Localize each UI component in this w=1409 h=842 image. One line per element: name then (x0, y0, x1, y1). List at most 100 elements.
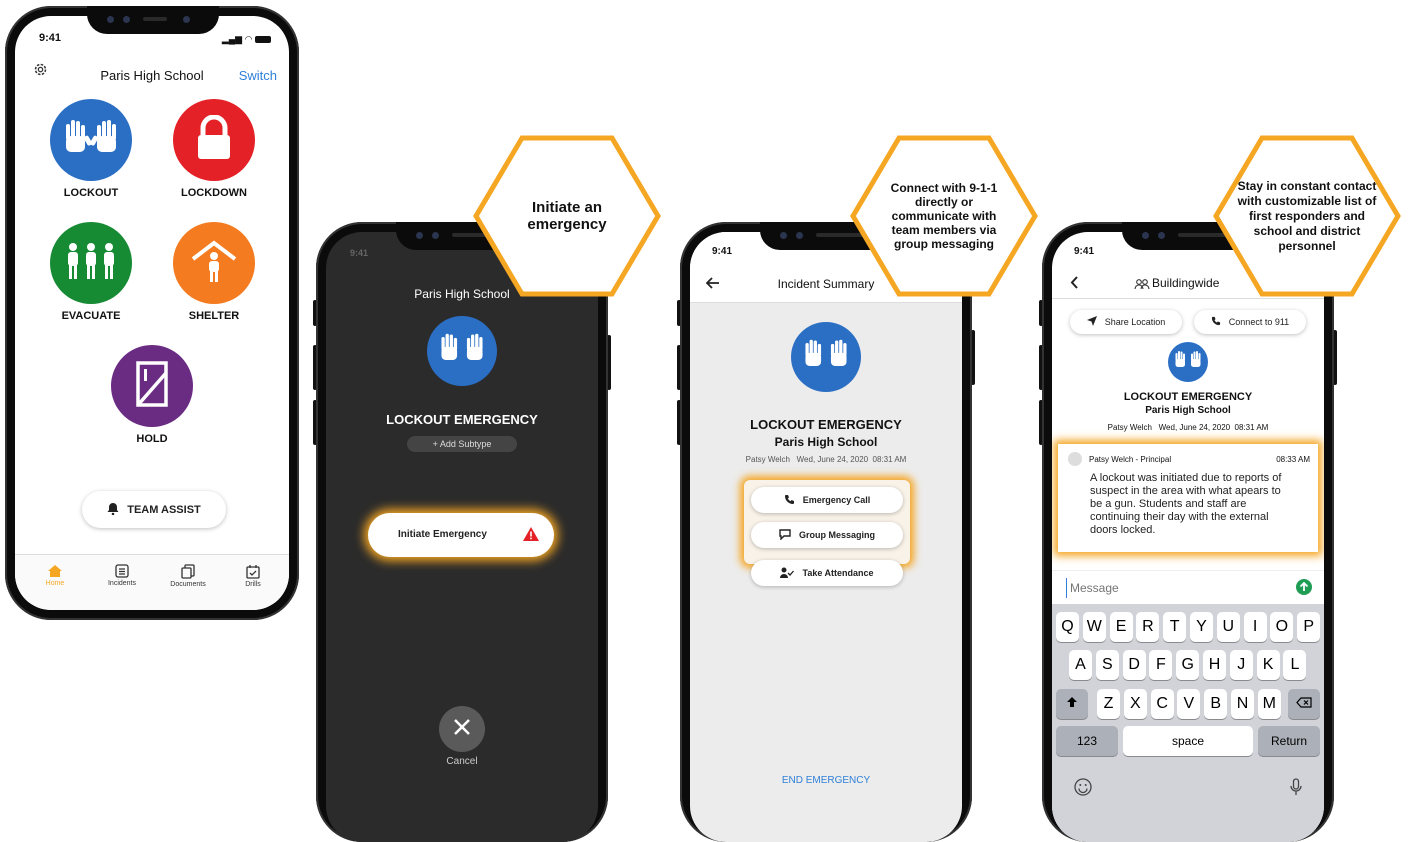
phone-initiate: 9:41 Paris High School LOCKOUT EMERGENCY… (316, 222, 608, 842)
callout-initiate: Initiate an emergency (472, 134, 662, 298)
backspace-key[interactable] (1288, 689, 1320, 719)
key-c[interactable]: C (1150, 689, 1174, 719)
key-m[interactable]: M (1257, 689, 1281, 719)
header-divider (1052, 298, 1324, 299)
phone-notch (87, 6, 219, 34)
hold-button[interactable] (111, 345, 193, 427)
key-k[interactable]: K (1256, 650, 1280, 680)
key-f[interactable]: F (1149, 650, 1173, 680)
end-emergency-button[interactable]: END EMERGENCY (690, 775, 962, 786)
initiate-emergency-button[interactable]: Initiate Emergency (368, 513, 554, 557)
wifi-icon: ◠ (244, 34, 253, 44)
hold-label: HOLD (136, 433, 168, 445)
raised-hands-icon (63, 118, 119, 163)
back-arrow-icon[interactable] (705, 276, 720, 294)
lockdown-button[interactable] (173, 99, 255, 181)
key-n[interactable]: N (1231, 689, 1254, 719)
key-j[interactable]: J (1229, 650, 1253, 680)
battery-icon (255, 36, 271, 44)
key-p[interactable]: P (1297, 612, 1321, 642)
padlock-icon (194, 114, 234, 166)
tab-drills[interactable]: Drills (233, 564, 273, 588)
emergency-title: LOCKOUT EMERGENCY (386, 412, 538, 427)
tab-home[interactable]: Home (35, 564, 75, 587)
status-time: 9:41 (39, 32, 62, 44)
key-y[interactable]: Y (1190, 612, 1213, 642)
key-g[interactable]: G (1176, 650, 1200, 680)
lockdown-label: LOCKDOWN (181, 187, 247, 199)
key-r[interactable]: R (1136, 612, 1160, 642)
school-name: Paris High School (1145, 405, 1231, 416)
connect-911-button[interactable]: Connect to 911 (1194, 310, 1306, 334)
team-assist-label: TEAM ASSIST (127, 503, 201, 516)
return-key[interactable]: Return (1258, 726, 1320, 756)
group-icon (1134, 277, 1150, 295)
key-l[interactable]: L (1283, 650, 1307, 680)
warning-icon (522, 526, 540, 547)
callout-connect: Connect with 9-1-1 directly or communica… (849, 134, 1039, 298)
key-u[interactable]: U (1216, 612, 1240, 642)
incident-summary-screen: 9:41 Incident Summary LOCKOUT EMERGENCY … (690, 232, 962, 842)
key-h[interactable]: H (1203, 650, 1226, 680)
lockout-button[interactable] (50, 99, 132, 181)
initiate-emergency-label: Initiate Emergency (398, 529, 487, 540)
emergency-call-button[interactable]: Emergency Call (751, 487, 903, 513)
message-input[interactable] (1066, 578, 1292, 598)
chat-icon (779, 528, 799, 542)
status-time: 9:41 (1074, 246, 1095, 257)
group-messaging-button[interactable]: Group Messaging (751, 522, 903, 548)
take-attendance-button[interactable]: Take Attendance (751, 560, 903, 586)
incident-meta: Patsy Welch Wed, June 24, 2020 08:31 AM (745, 455, 907, 464)
microphone-icon[interactable] (1290, 778, 1302, 801)
evacuate-label: EVACUATE (61, 310, 121, 322)
key-w[interactable]: W (1082, 612, 1106, 642)
back-chevron-icon[interactable] (1070, 276, 1079, 294)
list-icon (115, 564, 129, 580)
messaging-screen: 9:41 Buildingwide Share Location Connect… (1052, 232, 1324, 842)
key-q[interactable]: Q (1056, 612, 1079, 642)
key-e[interactable]: E (1109, 612, 1133, 642)
tab-home-label: Home (45, 580, 65, 587)
tab-incidents[interactable]: Incidents (100, 564, 144, 587)
door-icon (135, 360, 169, 412)
key-v[interactable]: V (1177, 689, 1201, 719)
add-subtype-button[interactable]: + Add Subtype (407, 436, 517, 452)
tab-incidents-label: Incidents (107, 580, 137, 587)
cancel-label: Cancel (446, 756, 478, 767)
bell-icon (107, 502, 127, 518)
key-t[interactable]: T (1163, 612, 1187, 642)
avatar (1068, 452, 1082, 466)
phone-incident-summary: 9:41 Incident Summary LOCKOUT EMERGENCY … (680, 222, 972, 842)
emoji-icon[interactable] (1074, 778, 1092, 801)
key-a[interactable]: A (1069, 650, 1092, 680)
people-walking-icon (63, 241, 119, 286)
share-location-label: Share Location (1104, 317, 1166, 327)
message-author: Patsy Welch - Principal (1089, 455, 1172, 464)
key-i[interactable]: I (1243, 612, 1267, 642)
send-icon[interactable] (1296, 579, 1312, 600)
user-check-icon (780, 567, 802, 580)
evacuate-button[interactable] (50, 222, 132, 304)
raised-hands-icon (803, 338, 849, 376)
signal-icon: ▂▄▆ (221, 34, 243, 44)
lockout-emblem (1168, 342, 1208, 382)
close-icon (453, 718, 471, 741)
shelter-label: SHELTER (188, 310, 240, 322)
callout-connect-text: Connect with 9-1-1 directly or communica… (890, 181, 998, 251)
shift-key[interactable] (1056, 689, 1088, 719)
team-assist-button[interactable]: TEAM ASSIST (82, 491, 226, 528)
space-key[interactable]: space (1123, 726, 1253, 756)
switch-button[interactable]: Switch (239, 68, 277, 83)
key-d[interactable]: D (1122, 650, 1146, 680)
share-location-button[interactable]: Share Location (1070, 310, 1182, 334)
shelter-button[interactable] (173, 222, 255, 304)
tab-documents[interactable]: Documents (165, 564, 211, 588)
key-o[interactable]: O (1270, 612, 1294, 642)
key-s[interactable]: S (1095, 650, 1119, 680)
cancel-button[interactable] (439, 706, 485, 752)
shelter-person-icon (189, 239, 239, 288)
key-z[interactable]: Z (1097, 689, 1120, 719)
key-b[interactable]: B (1204, 689, 1228, 719)
numbers-key[interactable]: 123 (1056, 726, 1118, 756)
key-x[interactable]: X (1123, 689, 1147, 719)
